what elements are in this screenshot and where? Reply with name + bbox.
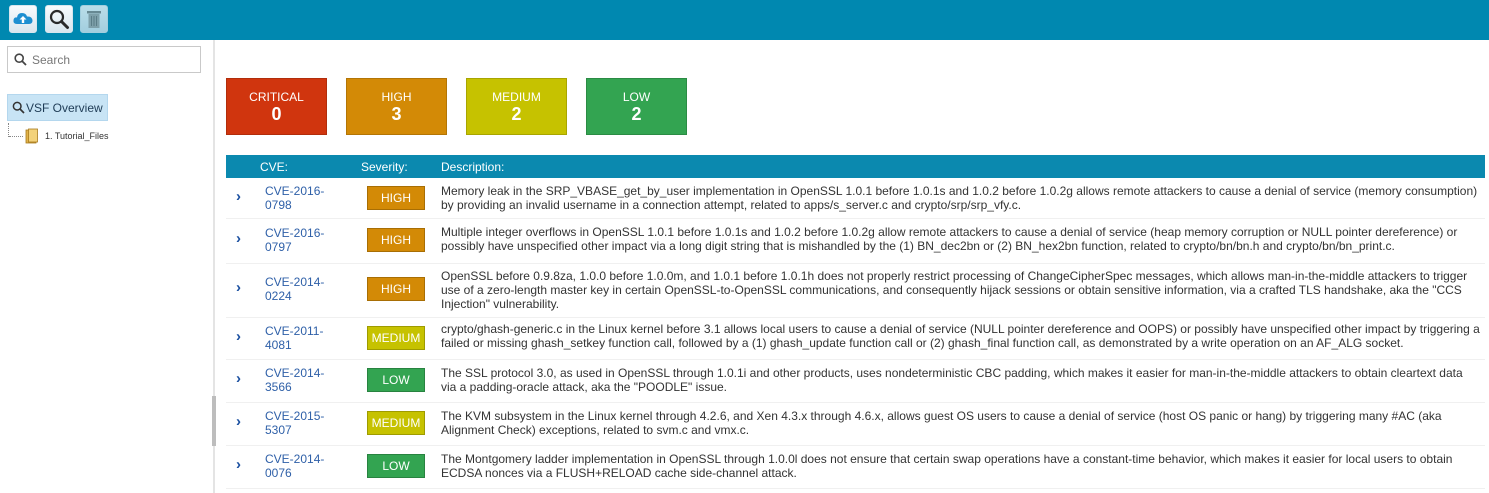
severity-badge: HIGH bbox=[367, 186, 425, 210]
cve-description: OpenSSL before 0.9.8za, 1.0.0 before 1.0… bbox=[441, 269, 1468, 311]
cve-link[interactable]: CVE-2014- 0076 bbox=[265, 452, 335, 480]
magnifier-icon bbox=[49, 9, 69, 29]
cve-link[interactable]: CVE-2015- 5307 bbox=[265, 409, 335, 437]
top-toolbar bbox=[0, 0, 1489, 40]
card-count: 2 bbox=[631, 104, 642, 124]
table-row[interactable]: › CVE-2015- 5307 MEDIUM The KVM subsystem… bbox=[226, 403, 1485, 446]
card-label: CRITICAL bbox=[249, 90, 304, 104]
expand-chevron-icon[interactable]: › bbox=[236, 188, 241, 205]
expand-chevron-icon[interactable]: › bbox=[236, 370, 241, 387]
expand-chevron-icon[interactable]: › bbox=[236, 230, 241, 247]
severity-badge: HIGH bbox=[367, 228, 425, 252]
cloud-upload-icon bbox=[13, 13, 33, 24]
tree-connector bbox=[8, 123, 9, 137]
search-button[interactable] bbox=[45, 5, 73, 33]
low-count-card[interactable]: LOW 2 bbox=[586, 78, 687, 135]
table-row[interactable]: › CVE-2014- 3566 LOW The SSL protocol 3.0… bbox=[226, 360, 1485, 403]
cve-link[interactable]: CVE-2016- 0797 bbox=[265, 226, 335, 254]
cve-description: The Montgomery ladder implementation in … bbox=[441, 452, 1453, 480]
cve-link[interactable]: CVE-2014- 0224 bbox=[265, 275, 335, 303]
cve-description: The KVM subsystem in the Linux kernel th… bbox=[441, 409, 1442, 437]
card-label: LOW bbox=[622, 90, 651, 104]
column-header-description: Description: bbox=[441, 160, 505, 174]
severity-badge: MEDIUM bbox=[367, 411, 425, 435]
table-header: CVE: Severity: Description: bbox=[226, 155, 1485, 178]
card-label: HIGH bbox=[381, 90, 412, 104]
cve-table: CVE: Severity: Description: › CVE-2016- 0… bbox=[226, 155, 1485, 489]
cve-link[interactable]: CVE-2014- 3566 bbox=[265, 366, 335, 394]
critical-count-card[interactable]: CRITICAL 0 bbox=[226, 78, 327, 135]
table-row[interactable]: › CVE-2016- 0797 HIGH Multiple integer ov… bbox=[226, 219, 1485, 264]
tree-item-tutorial-files[interactable]: 1. Tutorial_Files bbox=[25, 128, 109, 144]
column-header-cve: CVE: bbox=[260, 160, 289, 174]
cve-link[interactable]: CVE-2011- 4081 bbox=[265, 324, 335, 352]
cve-description: The SSL protocol 3.0, as used in OpenSSL… bbox=[441, 366, 1463, 394]
delete-button[interactable] bbox=[80, 5, 108, 33]
card-count: 2 bbox=[511, 104, 522, 124]
high-count-card[interactable]: HIGH 3 bbox=[346, 78, 447, 135]
card-count: 0 bbox=[271, 104, 282, 124]
sidebar: VSF Overview 1. Tutorial_Files bbox=[0, 40, 213, 493]
search-icon bbox=[12, 101, 25, 114]
column-header-severity: Severity: bbox=[361, 160, 408, 174]
upload-button[interactable] bbox=[9, 5, 37, 33]
table-row[interactable]: › CVE-2011- 4081 MEDIUM crypto/ghash-gene… bbox=[226, 318, 1485, 360]
folder-icon bbox=[25, 128, 38, 144]
search-field[interactable] bbox=[7, 46, 201, 73]
card-count: 3 bbox=[391, 104, 402, 124]
expand-chevron-icon[interactable]: › bbox=[236, 279, 241, 296]
expand-chevron-icon[interactable]: › bbox=[236, 456, 241, 473]
search-input[interactable] bbox=[32, 52, 192, 67]
cve-description: Memory leak in the SRP_VBASE_get_by_user… bbox=[441, 184, 1478, 212]
table-row[interactable]: › CVE-2016- 0798 HIGH Memory leak in the … bbox=[226, 178, 1485, 219]
cve-link[interactable]: CVE-2016- 0798 bbox=[265, 184, 335, 212]
card-label: MEDIUM bbox=[492, 90, 541, 104]
expand-chevron-icon[interactable]: › bbox=[236, 413, 241, 430]
severity-badge: LOW bbox=[367, 454, 425, 478]
tree-connector bbox=[9, 136, 23, 137]
cve-description: Multiple integer overflows in OpenSSL 1.… bbox=[441, 225, 1458, 253]
splitter-handle[interactable] bbox=[212, 396, 216, 446]
search-icon bbox=[14, 53, 27, 66]
tree-item-label: 1. Tutorial_Files bbox=[45, 131, 109, 141]
vsf-overview-node[interactable]: VSF Overview bbox=[7, 94, 108, 121]
vsf-overview-label: VSF Overview bbox=[26, 100, 103, 115]
medium-count-card[interactable]: MEDIUM 2 bbox=[466, 78, 567, 135]
severity-badge: MEDIUM bbox=[367, 326, 425, 350]
cve-description: crypto/ghash-generic.c in the Linux kern… bbox=[441, 322, 1480, 350]
severity-badge: LOW bbox=[367, 368, 425, 392]
table-row[interactable]: › CVE-2014- 0076 LOW The Montgomery ladde… bbox=[226, 446, 1485, 489]
trash-icon bbox=[87, 11, 101, 28]
table-row[interactable]: › CVE-2014- 0224 HIGH OpenSSL before 0.9.… bbox=[226, 264, 1485, 318]
expand-chevron-icon[interactable]: › bbox=[236, 328, 241, 345]
severity-badge: HIGH bbox=[367, 277, 425, 301]
